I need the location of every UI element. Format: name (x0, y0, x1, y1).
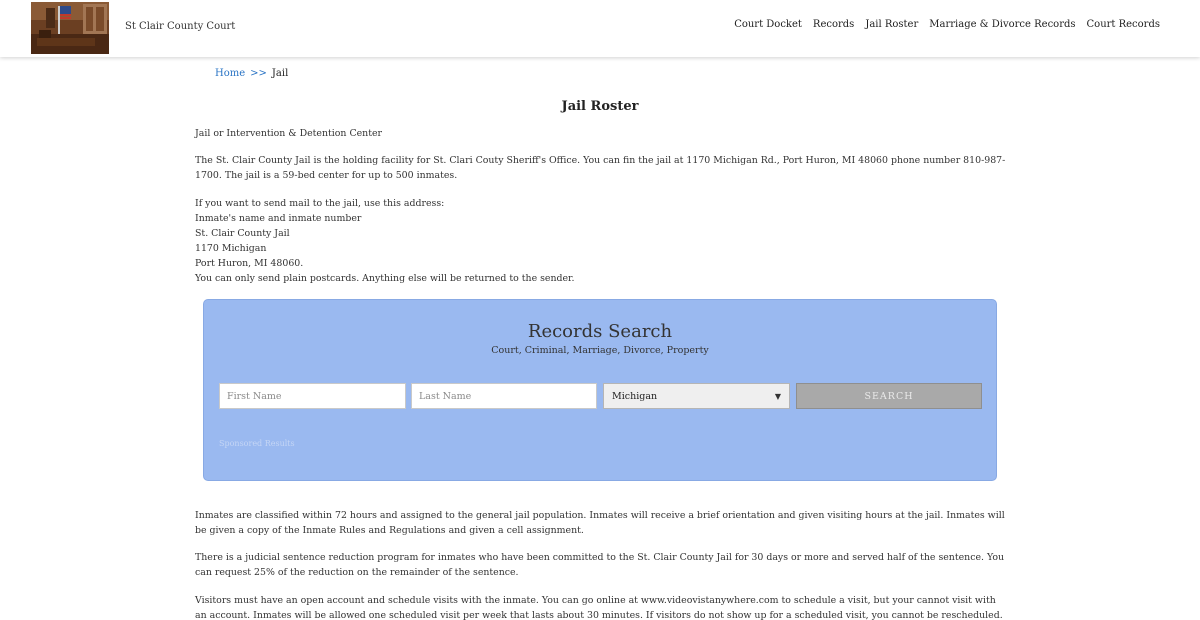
mail-line: You can only send plain postcards. Anyth… (195, 273, 575, 284)
nav-jail-roster[interactable]: Jail Roster (865, 19, 918, 30)
nav-records[interactable]: Records (813, 19, 854, 30)
nav-marriage-divorce-records[interactable]: Marriage & Divorce Records (929, 19, 1075, 30)
main-nav: Court Docket Records Jail Roster Marriag… (734, 19, 1160, 30)
breadcrumb: Home >> Jail (215, 68, 288, 79)
courtroom-logo[interactable] (31, 2, 109, 54)
first-name-input[interactable] (219, 383, 406, 409)
classification-paragraph: Inmates are classified within 72 hours a… (195, 510, 1005, 536)
breadcrumb-separator: >> (250, 68, 267, 79)
chevron-down-icon: ▼ (774, 391, 781, 401)
nav-court-records[interactable]: Court Records (1087, 19, 1160, 30)
nav-court-docket[interactable]: Court Docket (734, 19, 802, 30)
search-subtitle: Court, Criminal, Marriage, Divorce, Prop… (491, 345, 709, 356)
mail-address-block: If you want to send mail to the jail, us… (195, 196, 1010, 286)
state-select-value: Michigan (612, 390, 658, 402)
mail-line: Inmate's name and inmate number (195, 213, 362, 224)
mail-line: If you want to send mail to the jail, us… (195, 198, 445, 209)
state-select[interactable]: Michigan ▼ (603, 383, 790, 409)
jail-description: The St. Clair County Jail is the holding… (195, 155, 1006, 181)
jail-subheading: Jail or Intervention & Detention Center (195, 128, 383, 139)
site-title-link[interactable]: St Clair County Court (125, 21, 235, 32)
mail-line: St. Clair County Jail (195, 228, 290, 239)
search-button[interactable]: SEARCH (796, 383, 982, 409)
last-name-input[interactable] (411, 383, 597, 409)
page-title: Jail Roster (561, 99, 639, 114)
breadcrumb-home-link[interactable]: Home (215, 68, 245, 79)
site-header: St Clair County Court Court Docket Recor… (0, 0, 1200, 57)
visitors-paragraph: Visitors must have an open account and s… (195, 595, 1003, 620)
breadcrumb-current: Jail (271, 68, 289, 79)
mail-line: Port Huron, MI 48060. (195, 258, 304, 269)
sponsored-results-label: Sponsored Results (219, 439, 295, 448)
mail-line: 1170 Michigan (195, 243, 267, 254)
search-title: Records Search (527, 321, 673, 342)
sentence-reduction-paragraph: There is a judicial sentence reduction p… (195, 552, 1005, 578)
records-search-panel: Records Search Court, Criminal, Marriage… (203, 299, 997, 481)
